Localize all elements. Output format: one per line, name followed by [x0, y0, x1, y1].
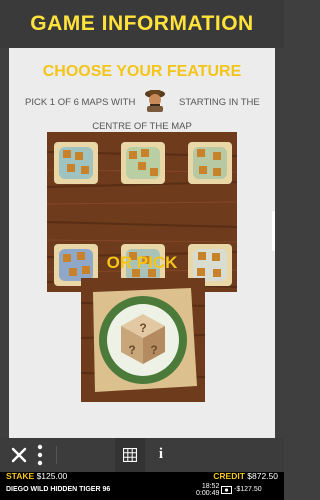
credit-value: $872.50 [247, 471, 278, 481]
svg-text:?: ? [150, 343, 157, 357]
scrollbar-thumb[interactable] [272, 211, 275, 251]
mystery-pick-card[interactable]: ? ? ? [81, 278, 205, 402]
map-card-1[interactable] [53, 140, 99, 186]
or-pick-heading: OR PICK [106, 253, 178, 272]
status-footer: STAKE $125.00 CREDIT $872.50 DIEGO WILD … [0, 471, 284, 500]
toolbar-divider [56, 446, 57, 464]
table-icon [123, 448, 137, 462]
stake-value: $125.00 [36, 471, 68, 481]
instruction-text-part2: STARTING IN THE [179, 97, 260, 108]
header-bar: GAME INFORMATION [0, 0, 284, 48]
info-icon[interactable]: i [154, 446, 168, 464]
info-panel[interactable]: CHOOSE YOUR FEATURE PICK 1 OF 6 MAPS WIT… [9, 48, 275, 438]
credit-label: CREDIT [213, 471, 245, 481]
instruction-text-part1: PICK 1 OF 6 MAPS WITH [25, 97, 136, 108]
svg-text:?: ? [139, 321, 146, 335]
stake-label: STAKE [6, 471, 35, 481]
explorer-avatar-icon [145, 90, 165, 112]
session-result: -$127.50 [234, 486, 262, 493]
session-timer: 0:00:49 [196, 490, 220, 497]
clock-block: 18:52 0:00:49 [196, 483, 219, 497]
close-icon[interactable] [10, 446, 28, 464]
map-card-3[interactable] [187, 140, 233, 186]
game-name: DIEGO WILD HIDDEN TIGER 96 [6, 486, 111, 493]
stake-display: STAKE $125.00 [6, 471, 67, 481]
svg-text:?: ? [128, 343, 135, 357]
session-result-icon [221, 486, 232, 494]
clock: 18:52 [201, 483, 220, 490]
paytable-button[interactable] [115, 438, 145, 472]
credit-display: CREDIT $872.50 [213, 471, 278, 481]
instruction-text-line2: CENTRE OF THE MAP [92, 121, 192, 132]
page-title: GAME INFORMATION [30, 12, 254, 35]
section-title: CHOOSE YOUR FEATURE [42, 63, 242, 80]
map-card-2[interactable] [120, 140, 166, 186]
vertical-dots-icon[interactable] [36, 444, 44, 466]
bottom-toolbar: i [0, 438, 284, 472]
